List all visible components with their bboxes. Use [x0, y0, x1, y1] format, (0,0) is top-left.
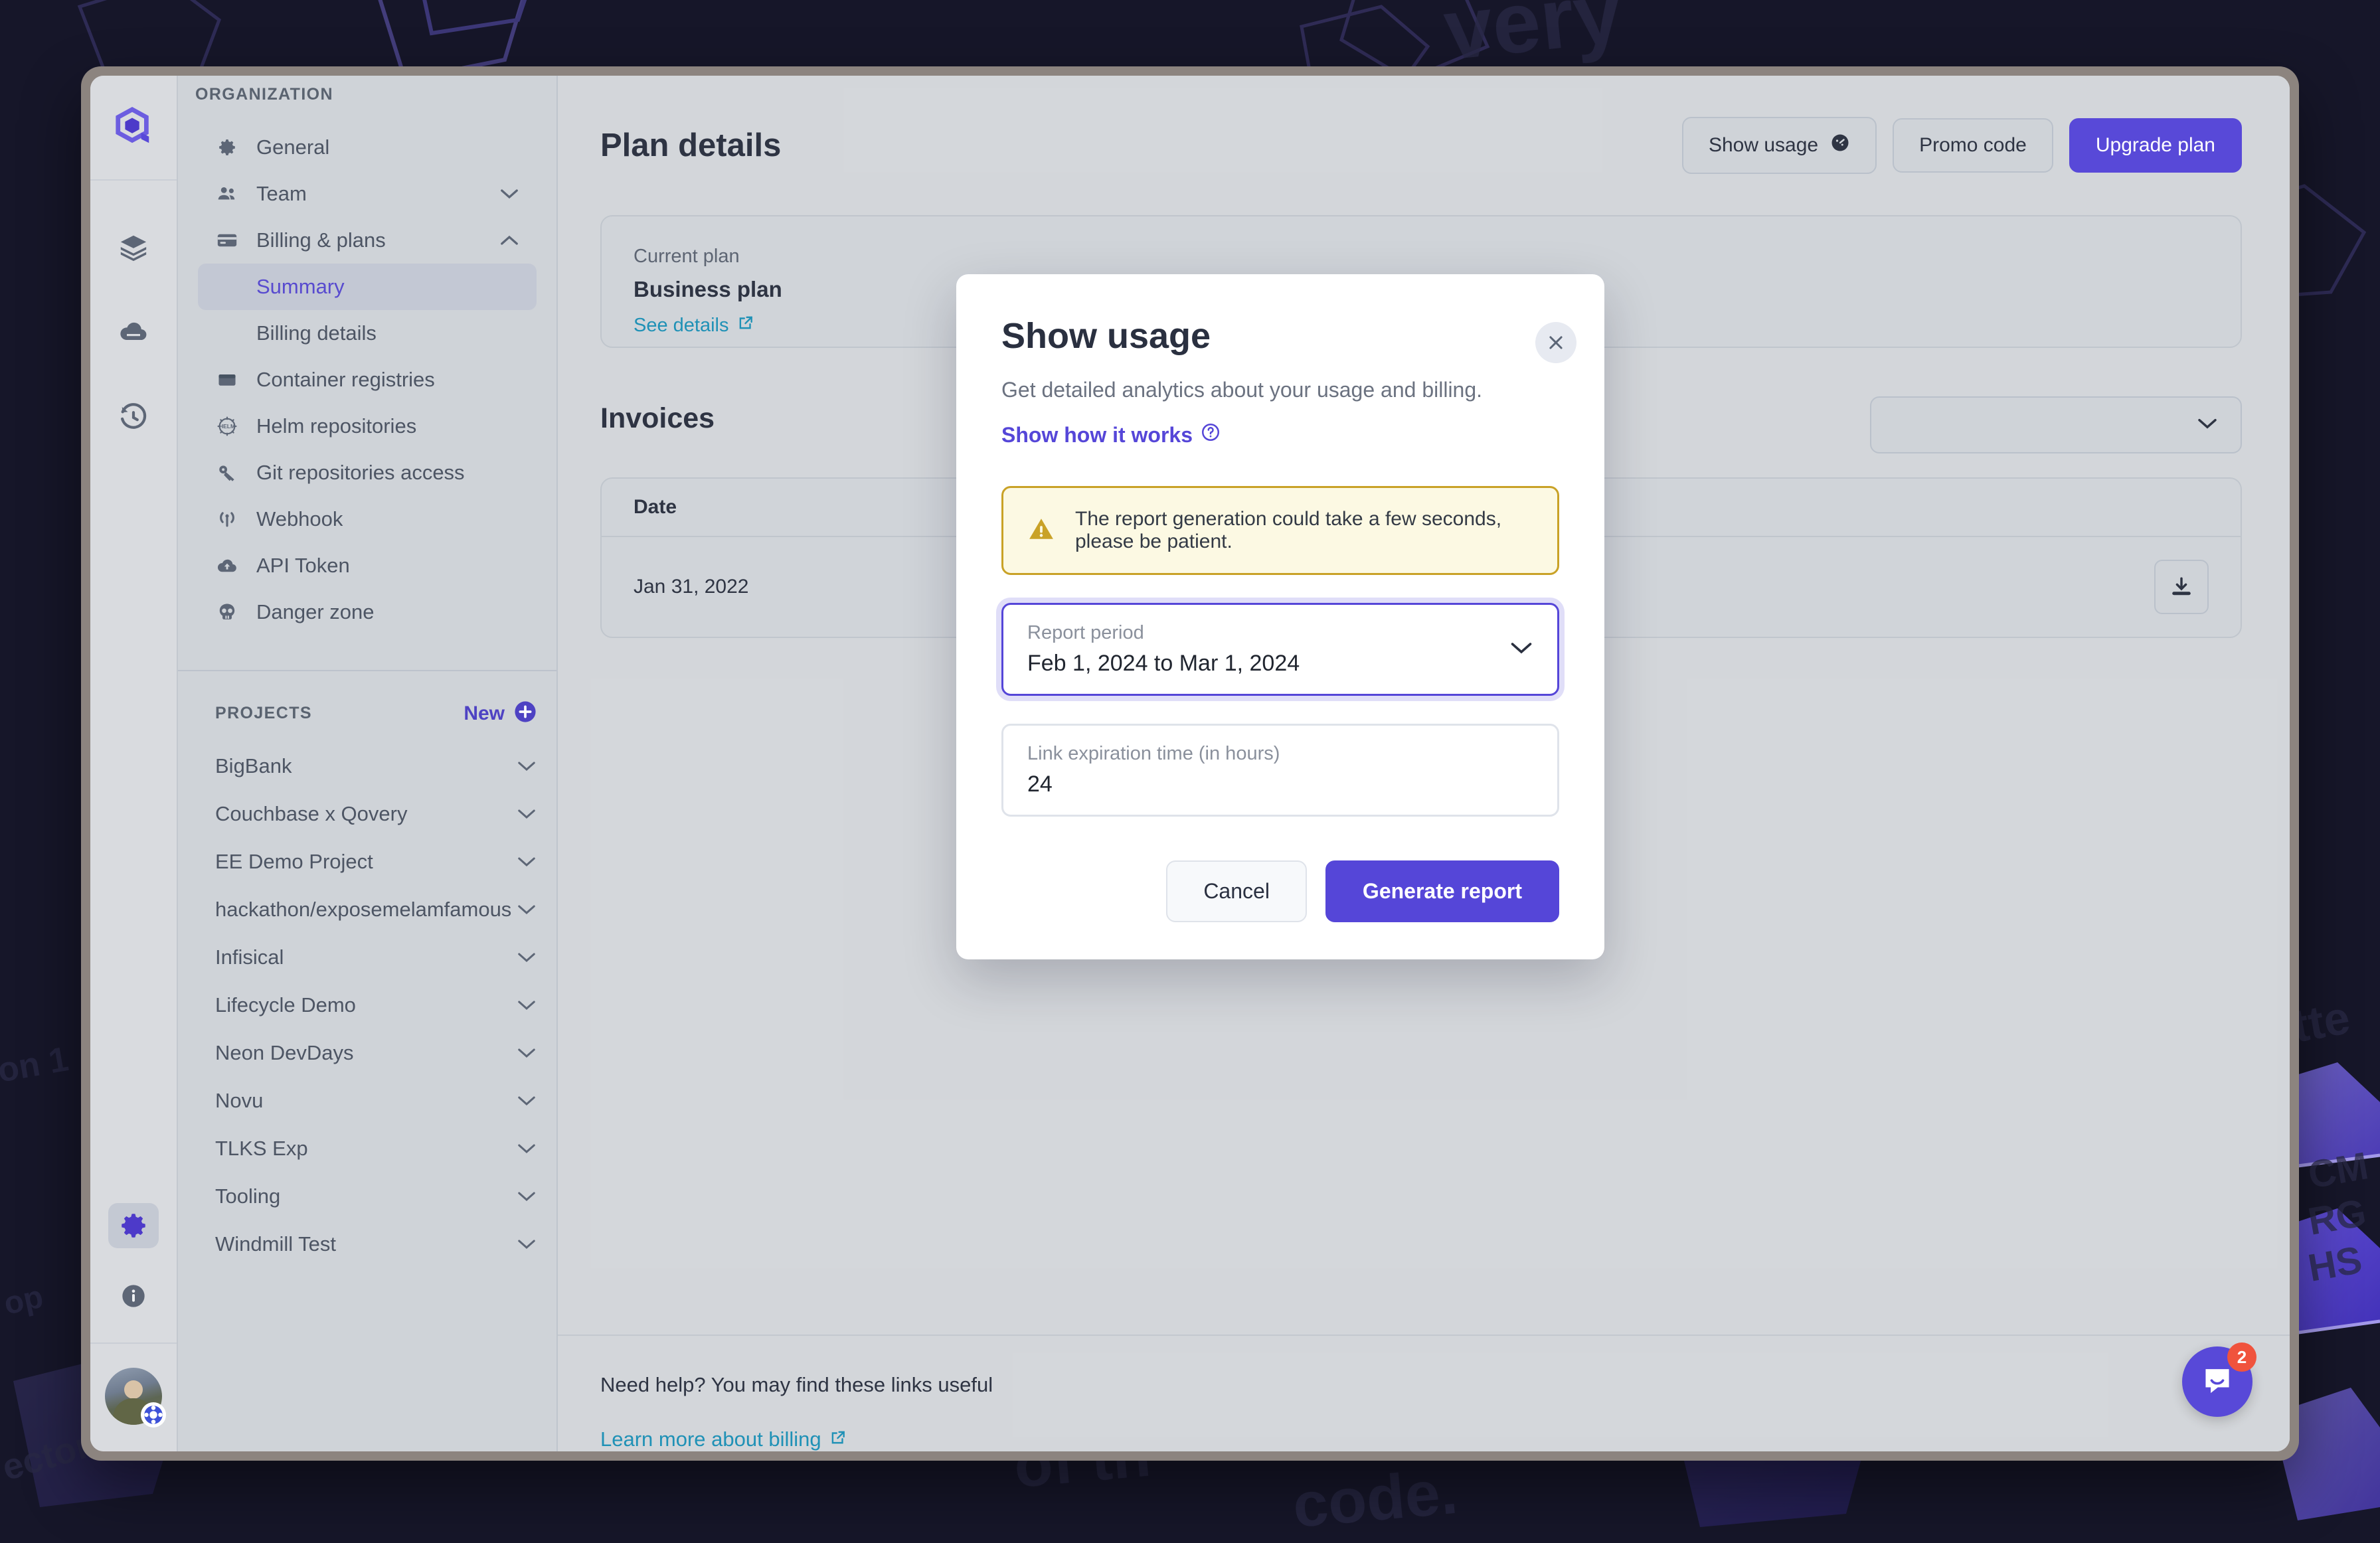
warning-triangle-icon: [1027, 515, 1055, 546]
report-period-label: Report period: [1027, 622, 1300, 644]
warning-text: The report generation could take a few s…: [1075, 508, 1533, 553]
cancel-label: Cancel: [1203, 879, 1270, 903]
generate-report-button[interactable]: Generate report: [1325, 860, 1559, 922]
application-window: ORGANIZATION General Team: [81, 66, 2299, 1461]
svg-text:code.: code.: [1290, 1457, 1460, 1541]
link-expiration-input[interactable]: Link expiration time (in hours) 24: [1001, 724, 1559, 817]
chevron-down-icon: [1509, 641, 1533, 659]
show-how-it-works-label: Show how it works: [1001, 423, 1193, 447]
report-period-select[interactable]: Report period Feb 1, 2024 to Mar 1, 2024: [1001, 603, 1559, 696]
show-usage-modal: Show usage Get detailed analytics about …: [956, 274, 1604, 959]
show-how-it-works-link[interactable]: Show how it works: [1001, 422, 1221, 447]
link-expiration-label: Link expiration time (in hours): [1027, 743, 1280, 765]
link-expiration-value: 24: [1027, 772, 1280, 797]
svg-text:HS: HS: [2305, 1238, 2365, 1290]
modal-title: Show usage: [1001, 315, 1559, 357]
close-modal-button[interactable]: [1535, 322, 1576, 363]
help-circle-icon: [1201, 422, 1221, 447]
report-period-value: Feb 1, 2024 to Mar 1, 2024: [1027, 651, 1300, 677]
cancel-button[interactable]: Cancel: [1166, 860, 1307, 922]
modal-subtitle: Get detailed analytics about your usage …: [1001, 378, 1559, 402]
generate-report-label: Generate report: [1363, 879, 1522, 903]
report-generation-warning: The report generation could take a few s…: [1001, 486, 1559, 575]
close-icon: [1546, 333, 1566, 353]
